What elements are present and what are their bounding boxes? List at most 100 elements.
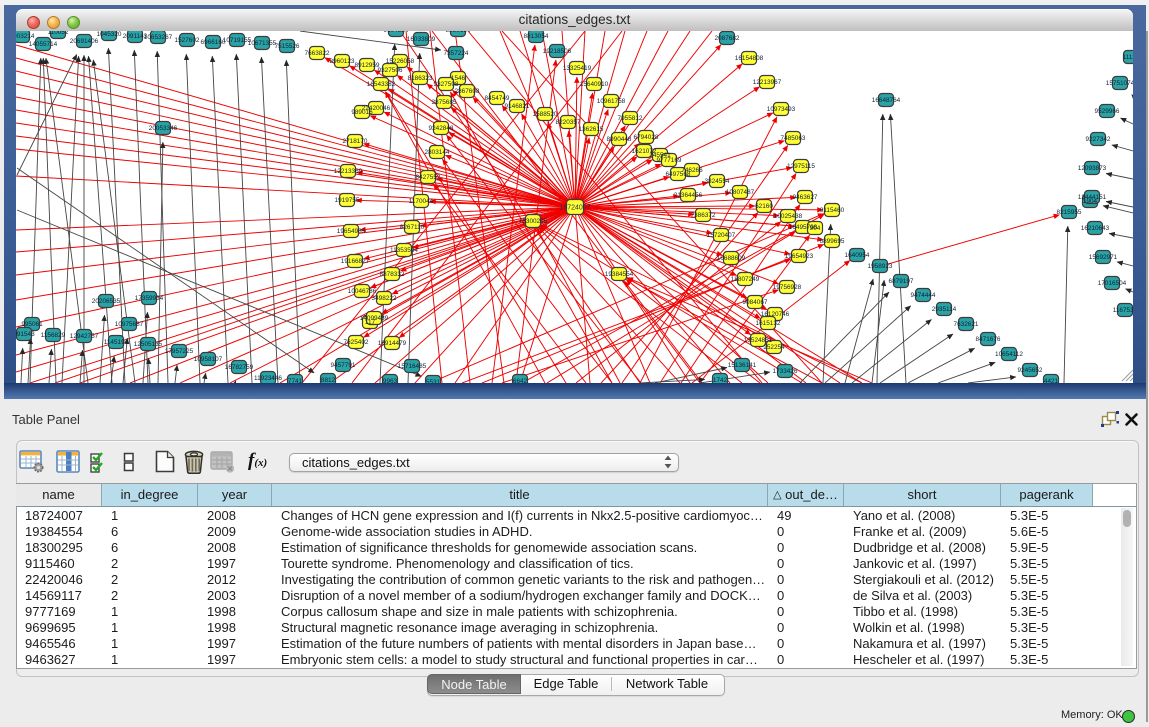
svg-text:17016504: 17016504 <box>1098 280 1127 287</box>
svg-text:6497568: 6497568 <box>666 171 691 178</box>
svg-text:16543382: 16543382 <box>367 81 396 88</box>
svg-text:10654112: 10654112 <box>995 351 1023 358</box>
svg-text:1588520: 1588520 <box>533 111 558 118</box>
svg-text:9327508: 9327508 <box>434 81 459 88</box>
svg-text:9146821: 9146821 <box>505 103 530 110</box>
svg-text:15716485: 15716485 <box>398 363 427 370</box>
svg-text:1615132: 1615132 <box>756 320 781 327</box>
svg-text:6794028: 6794028 <box>634 134 659 141</box>
svg-text:7625402: 7625402 <box>344 339 369 346</box>
svg-text:8427552: 8427552 <box>416 174 441 181</box>
svg-text:8186323: 8186323 <box>408 75 433 82</box>
svg-text:9327506: 9327506 <box>378 67 403 74</box>
svg-text:3498222: 3498222 <box>372 295 397 302</box>
svg-text:6642: 6642 <box>513 378 528 383</box>
svg-text:10961758: 10961758 <box>597 98 626 105</box>
svg-text:2803144: 2803144 <box>425 149 450 156</box>
svg-text:16782759: 16782759 <box>225 364 254 371</box>
svg-text:6879197: 6879197 <box>889 278 914 285</box>
svg-text:16154808: 16154808 <box>735 55 764 62</box>
svg-text:1156829: 1156829 <box>41 332 66 339</box>
svg-text:11923446: 11923446 <box>254 375 282 382</box>
svg-text:1362615: 1362615 <box>579 126 604 133</box>
svg-text:9474444: 9474444 <box>911 292 936 299</box>
svg-text:17957225: 17957225 <box>165 348 194 355</box>
svg-text:10025438: 10025438 <box>774 213 803 220</box>
svg-text:6899695: 6899695 <box>820 238 845 245</box>
svg-text:10975687: 10975687 <box>115 321 144 328</box>
svg-text:1145194: 1145194 <box>104 339 129 346</box>
svg-text:16648764: 16648764 <box>872 97 901 104</box>
svg-text:1170044: 1170044 <box>409 198 434 205</box>
svg-text:8812: 8812 <box>321 377 336 383</box>
svg-text:11353594: 11353594 <box>390 247 418 254</box>
svg-text:8912959: 8912959 <box>355 62 380 69</box>
svg-text:13325419: 13325419 <box>563 65 592 72</box>
svg-text:12213369: 12213369 <box>334 168 363 175</box>
svg-text:8960123: 8960123 <box>330 58 355 65</box>
svg-text:904: 904 <box>810 225 821 232</box>
svg-text:15751074: 15751074 <box>1106 80 1133 87</box>
svg-text:8267110: 8267110 <box>400 224 425 231</box>
svg-text:9227342: 9227342 <box>1086 136 1111 143</box>
svg-text:1640954: 1640954 <box>845 252 870 259</box>
svg-text:19218506: 19218506 <box>543 48 572 55</box>
svg-text:18807249: 18807249 <box>731 276 760 283</box>
svg-text:7663822: 7663822 <box>305 50 330 57</box>
svg-text:12975115: 12975115 <box>787 163 815 170</box>
svg-text:8813054: 8813054 <box>524 33 549 40</box>
svg-text:19654923: 19654923 <box>785 253 814 260</box>
svg-text:14099489: 14099489 <box>360 315 389 322</box>
svg-text:9245652: 9245652 <box>1018 367 1043 374</box>
svg-text:1045320: 1045320 <box>97 31 122 38</box>
svg-text:8259124: 8259124 <box>446 31 471 34</box>
svg-text:995061: 995061 <box>21 321 43 328</box>
svg-text:1733426: 1733426 <box>773 368 798 375</box>
svg-text:12213967: 12213967 <box>753 79 782 86</box>
svg-text:1903214: 1903214 <box>16 33 35 40</box>
svg-text:16914479: 16914479 <box>378 340 407 347</box>
svg-text:12505135: 12505135 <box>134 341 163 348</box>
svg-text:8990448: 8990448 <box>607 136 632 143</box>
svg-text:2718170: 2718170 <box>343 138 368 145</box>
svg-text:7741: 7741 <box>288 378 303 383</box>
svg-text:15692971: 15692971 <box>1089 254 1118 261</box>
svg-text:8215955: 8215955 <box>1057 209 1082 216</box>
svg-text:991543: 991543 <box>16 331 35 338</box>
svg-text:62160: 62160 <box>755 203 773 210</box>
svg-text:9529966: 9529966 <box>1095 108 1120 115</box>
svg-text:2867608: 2867608 <box>455 88 480 95</box>
svg-text:8454749: 8454749 <box>485 95 510 102</box>
svg-text:20691406: 20691406 <box>70 38 99 45</box>
svg-text:1527602: 1527602 <box>175 37 200 44</box>
svg-text:20206535: 20206535 <box>92 298 121 305</box>
svg-text:7955812: 7955812 <box>618 115 643 122</box>
svg-text:3824554: 3824554 <box>705 178 730 185</box>
svg-text:7386372: 7386372 <box>691 212 716 219</box>
svg-text:10671355: 10671355 <box>248 40 277 47</box>
svg-text:19166827: 19166827 <box>341 258 370 265</box>
svg-text:15720407: 15720407 <box>707 232 736 239</box>
svg-text:9242848: 9242848 <box>429 125 454 132</box>
svg-text:9457791: 9457791 <box>331 362 356 369</box>
svg-text:252254: 252254 <box>763 344 785 351</box>
svg-text:1919755: 1919755 <box>335 197 360 204</box>
svg-text:8220357: 8220357 <box>556 119 581 126</box>
svg-text:9963: 9963 <box>383 378 398 383</box>
svg-text:20053346: 20053346 <box>149 125 178 132</box>
svg-text:8878332: 8878332 <box>380 271 405 278</box>
svg-text:7515526: 7515526 <box>275 43 300 50</box>
svg-text:19756928: 19756928 <box>773 284 802 291</box>
svg-text:9463627: 9463627 <box>793 194 818 201</box>
svg-text:17359934: 17359934 <box>135 295 164 302</box>
svg-text:9115460: 9115460 <box>820 207 845 214</box>
svg-text:10653267: 10653267 <box>144 34 173 41</box>
svg-text:9777169: 9777169 <box>657 157 682 164</box>
svg-text:110052: 110052 <box>48 31 69 36</box>
svg-text:9104524: 9104524 <box>384 31 409 34</box>
svg-text:10688609: 10688609 <box>717 255 746 262</box>
svg-text:15136141: 15136141 <box>728 362 757 369</box>
svg-text:9084067: 9084067 <box>743 299 768 306</box>
svg-text:7485063: 7485063 <box>781 135 806 142</box>
svg-text:5531: 5531 <box>426 379 441 383</box>
